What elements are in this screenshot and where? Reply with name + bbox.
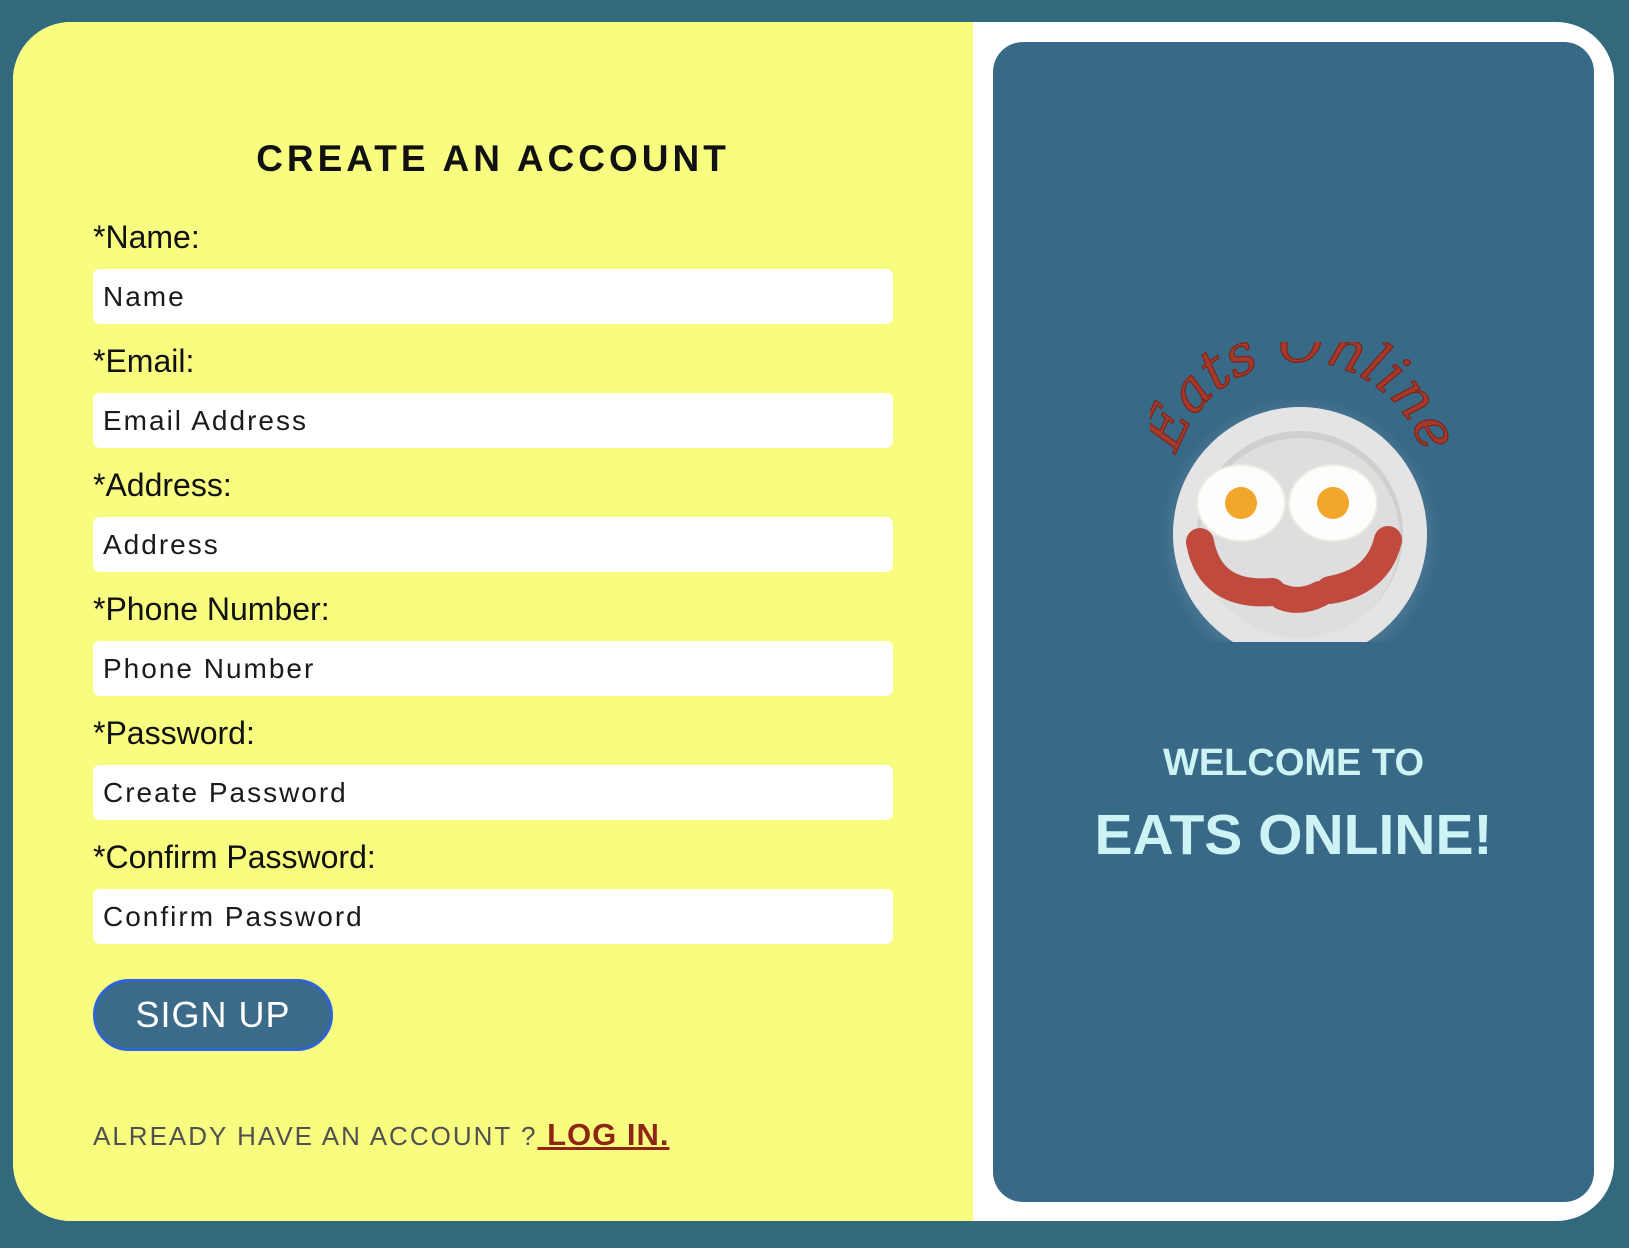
confirm-password-input[interactable] [93,889,893,944]
login-prompt-text: ALREADY HAVE AN ACCOUNT ? [93,1121,538,1151]
login-prompt-row: ALREADY HAVE AN ACCOUNT ? LOG IN. [93,1117,669,1153]
eats-online-logo: Eats Online [1150,342,1450,642]
name-label: *Name: [93,219,200,255]
signup-card: CREATE AN ACCOUNT *Name: *Email: *Addres… [13,22,1614,1221]
welcome-heading-large: EATS ONLINE! [1094,803,1493,867]
email-input[interactable] [93,393,893,448]
signup-form-panel: CREATE AN ACCOUNT *Name: *Email: *Addres… [13,22,973,1221]
password-input[interactable] [93,765,893,820]
address-input[interactable] [93,517,893,572]
password-label: *Password: [93,715,255,751]
phone-label: *Phone Number: [93,591,330,627]
form-title: CREATE AN ACCOUNT [256,138,730,179]
address-label: *Address: [93,467,232,503]
login-link[interactable]: LOG IN. [537,1117,669,1152]
phone-input[interactable] [93,641,893,696]
confirm-password-label: *Confirm Password: [93,839,376,875]
email-label: *Email: [93,343,195,379]
welcome-heading-small: WELCOME TO [1162,742,1425,784]
name-input[interactable] [93,269,893,324]
welcome-panel: Eats Online WELCOME TO EATS ONLINE! [993,42,1594,1202]
signup-button[interactable]: SIGN UP [93,979,333,1051]
